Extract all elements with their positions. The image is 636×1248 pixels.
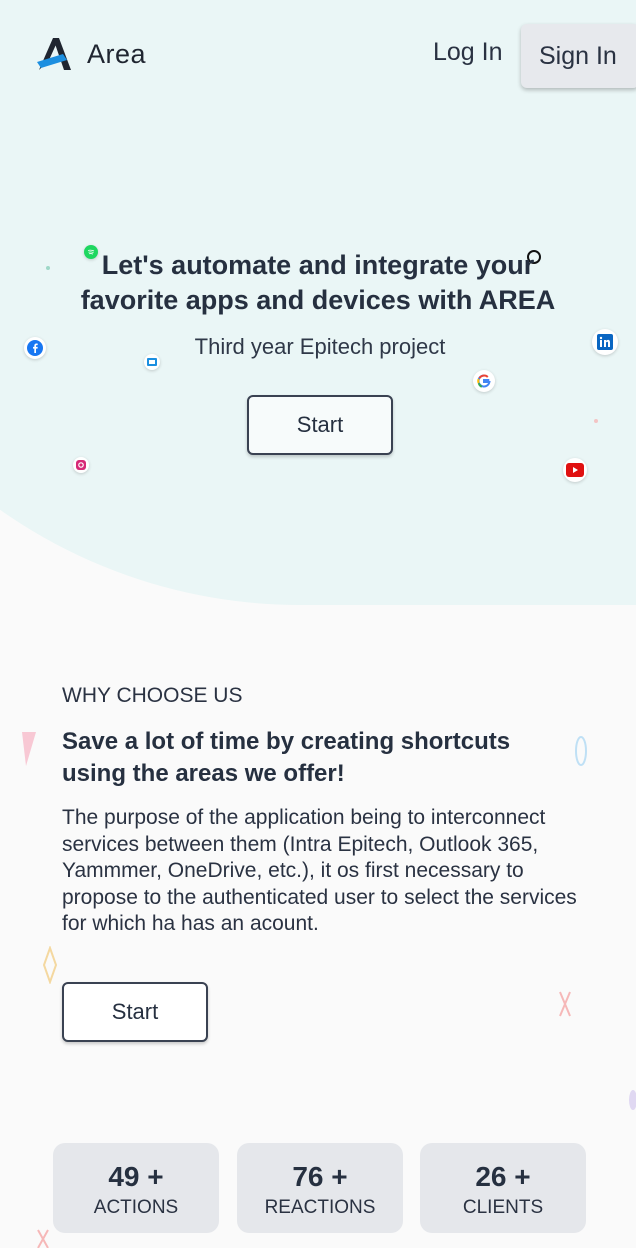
stat-value: 76 + (292, 1161, 348, 1192)
google-icon (473, 370, 495, 392)
stat-clients: 26 + CLIENTS (420, 1143, 586, 1233)
decor-cross (559, 991, 571, 1017)
instagram-icon (73, 457, 89, 473)
stat-label: REACTIONS (264, 1197, 376, 1218)
decor-oval (629, 1090, 636, 1110)
stat-label: CLIENTS (462, 1197, 544, 1218)
decor-diamond (42, 946, 58, 984)
decor-ring (575, 736, 587, 766)
brand-name: Area (87, 38, 147, 69)
area-logo-icon (37, 38, 71, 70)
stat-value: 49 + (108, 1161, 164, 1192)
decor-dot (594, 419, 598, 423)
signin-button[interactable]: Sign In (521, 24, 636, 88)
hero-subtitle: Third year Epitech project (194, 334, 446, 359)
why-title: Save a lot of time by creating shortcuts… (62, 728, 511, 787)
hero-title-line2: favorite apps and devices with AREA (80, 285, 556, 315)
decor-cross (37, 1229, 49, 1248)
top-nav: Area Log In Sign In (0, 0, 636, 110)
decor-triangle (22, 732, 36, 766)
hero-title-line1: Let's automate and integrate your (101, 250, 535, 280)
brand-logo[interactable]: Area (37, 36, 146, 72)
stat-value: 26 + (475, 1161, 531, 1192)
why-description: The purpose of the application being to … (62, 806, 577, 935)
why-label: WHY CHOOSE US (62, 684, 243, 707)
youtube-icon (563, 458, 587, 482)
stat-reactions: 76 + REACTIONS (237, 1143, 403, 1233)
hero-start-button[interactable]: Start (247, 395, 393, 455)
why-start-button[interactable]: Start (62, 982, 208, 1042)
stat-actions: 49 + ACTIONS (53, 1143, 219, 1233)
login-link[interactable]: Log In (433, 38, 503, 67)
stat-label: ACTIONS (93, 1197, 179, 1218)
hero-title: Let's automate and integrate your favori… (40, 248, 596, 318)
landing-page: Area Log In Sign In Let's automate and i… (0, 0, 636, 1248)
